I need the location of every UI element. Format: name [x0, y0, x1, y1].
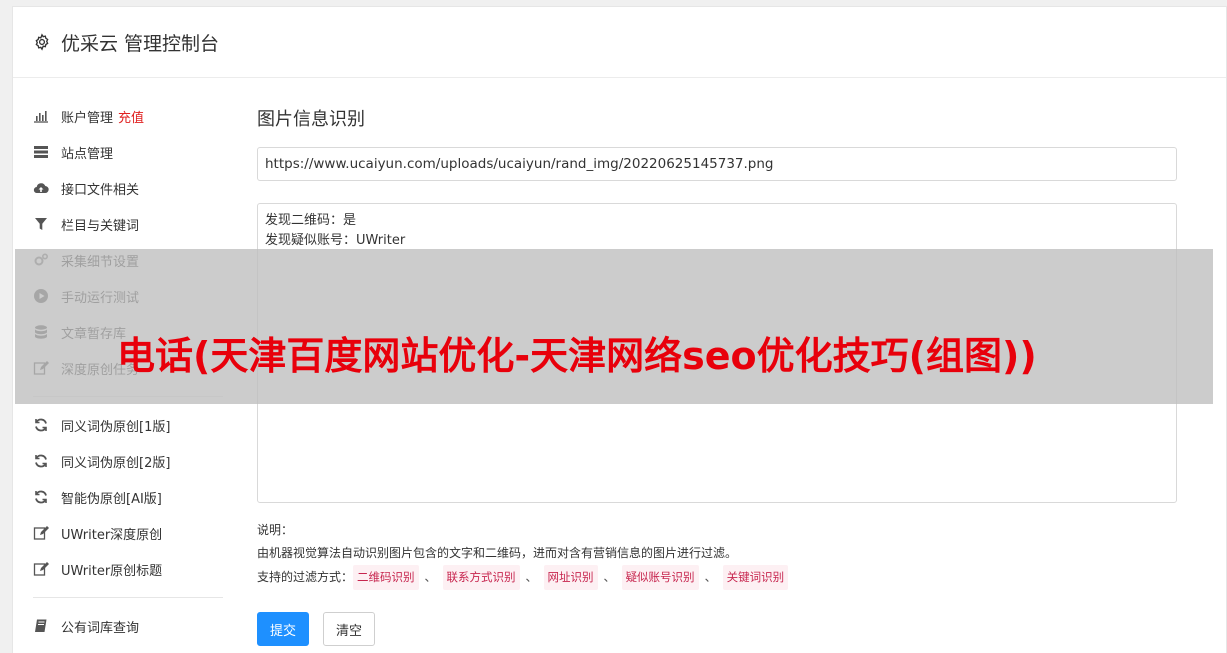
sidebar-item-label: 账户管理 [61, 110, 114, 126]
gear-icon [35, 33, 49, 51]
filter-tag: 联系方式识别 [442, 565, 520, 590]
page-header: 优采云 管理控制台 [13, 7, 1226, 78]
sidebar-item[interactable]: 接口文件相关 [33, 170, 223, 206]
clear-button[interactable]: 清空 [323, 612, 376, 646]
overlay-headline: 电话(天津百度网站优化-天津网络seo优化技巧(组图)) [117, 334, 1037, 378]
sidebar-item[interactable]: 智能伪原创[AI版] [33, 479, 223, 515]
filter-methods: 支持的过滤方式： 二维码识别、联系方式识别、网址识别、疑似账号识别、关键词识别 [257, 565, 1179, 590]
sidebar-item-label: 同义词伪原创[2版] [61, 455, 171, 471]
sidebar-item-label: UWriter深度原创 [61, 527, 163, 543]
section-title: 图片信息识别 [257, 109, 365, 130]
description: 说明： 由机器视觉算法自动识别图片包含的文字和二维码，进而对含有营销信息的图片进… [257, 519, 1179, 590]
refresh-icon [33, 489, 49, 505]
sidebar-item[interactable]: 站点管理 [33, 134, 223, 170]
sidebar-item-label: 同义词伪原创[1版] [61, 419, 171, 435]
sidebar-item[interactable]: 同义词伪原创[1版] [33, 407, 223, 443]
server-icon [33, 144, 49, 160]
cloud-upload-icon [33, 180, 49, 196]
filter-separator: 、 [704, 570, 717, 584]
bar-chart-icon [33, 108, 49, 124]
filter-tag: 网址识别 [543, 565, 598, 590]
sidebar-item[interactable]: UWriter深度原创 [33, 515, 223, 551]
action-buttons: 提交 清空 [257, 612, 1179, 646]
refresh-icon [33, 453, 49, 469]
sidebar-item-label: 站点管理 [61, 146, 114, 162]
filter-tag: 关键词识别 [722, 565, 789, 590]
filter-label: 支持的过滤方式： [257, 570, 354, 584]
sidebar-item-label: 栏目与关键词 [61, 218, 140, 234]
filter-tag: 二维码识别 [353, 565, 419, 590]
description-label: 说明： [257, 523, 294, 537]
filter-tag: 疑似账号识别 [621, 565, 699, 590]
recharge-link[interactable]: 充值 [118, 107, 144, 126]
sidebar-item-label: UWriter原创标题 [61, 563, 163, 579]
edit-icon [33, 525, 49, 541]
sidebar-item-label: 智能伪原创[AI版] [61, 491, 162, 507]
filter-separator: 、 [603, 570, 616, 584]
submit-button[interactable]: 提交 [257, 612, 310, 646]
image-url-input[interactable] [257, 147, 1177, 181]
sidebar-item[interactable]: UWriter原创标题 [33, 551, 223, 587]
description-text: 由机器视觉算法自动识别图片包含的文字和二维码，进而对含有营销信息的图片进行过滤。 [257, 546, 738, 560]
sidebar-item[interactable]: 公有词库查询 [33, 608, 223, 644]
sidebar-item-label: 接口文件相关 [61, 182, 140, 198]
refresh-icon [33, 417, 49, 433]
edit-icon [33, 561, 49, 577]
book-icon [33, 618, 49, 634]
filter-separator: 、 [525, 570, 538, 584]
sidebar-divider [33, 597, 223, 598]
sidebar-item[interactable]: 栏目与关键词 [33, 206, 223, 242]
sidebar-item[interactable]: 同义词伪原创[2版] [33, 443, 223, 479]
sidebar-item-label: 公有词库查询 [61, 620, 140, 636]
filter-separator: 、 [424, 570, 437, 584]
sidebar-item[interactable]: 账户管理 充值 [33, 98, 223, 134]
page-title: 优采云 管理控制台 [61, 32, 220, 55]
filter-icon [33, 216, 49, 232]
